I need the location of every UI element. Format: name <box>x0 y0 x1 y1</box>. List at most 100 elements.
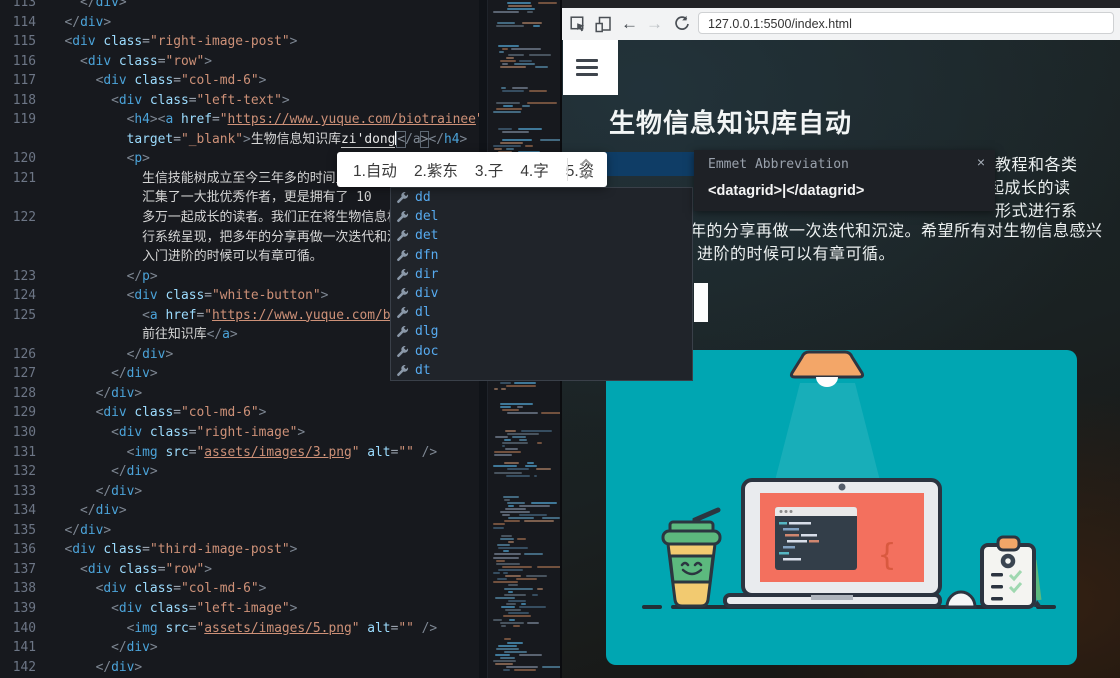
autocomplete-item-label: det <box>415 228 439 244</box>
code-line[interactable]: 113 </div> <box>0 0 487 13</box>
code-line[interactable]: 118 <div class="left-text"> <box>0 91 487 111</box>
line-number: 131 <box>12 444 36 460</box>
wrench-icon <box>396 191 415 204</box>
minimap-mark <box>521 429 553 432</box>
minimap-mark <box>511 47 542 50</box>
line-number: 127 <box>12 366 36 382</box>
line-number: 117 <box>12 73 36 89</box>
minimap-mark <box>509 618 516 621</box>
inspect-element-icon[interactable] <box>570 16 587 33</box>
code-line[interactable]: 142 </div> <box>0 658 487 678</box>
autocomplete-item[interactable]: dir <box>391 265 692 284</box>
autocomplete-item-label: dt <box>415 362 431 378</box>
menu-button[interactable] <box>563 40 618 95</box>
code-line[interactable]: 131 <img src="assets/images/3.png" alt="… <box>0 443 487 463</box>
close-icon[interactable]: × <box>977 154 985 170</box>
minimap-mark <box>500 66 526 69</box>
code-line[interactable]: 115 <div class="right-image-post"> <box>0 32 487 52</box>
emmet-abbreviation-input[interactable]: <datagrid>|</datagrid> <box>708 183 864 199</box>
autocomplete-dropdown[interactable]: dd del det dfn dir div dl dlg doc dt <box>390 187 693 381</box>
code-line[interactable]: 141 </div> <box>0 638 487 658</box>
code-line[interactable]: 119 <h4><a href="https://www.yuque.com/b… <box>0 110 487 130</box>
code-line[interactable]: 133 </div> <box>0 482 487 502</box>
url-bar[interactable]: 127.0.0.1:5500/index.html <box>698 12 1114 34</box>
minimap-mark <box>501 534 512 537</box>
ime-candidate[interactable]: 3.子 <box>475 159 503 181</box>
minimap-mark <box>504 462 519 465</box>
code-line[interactable]: 129 <div class="col-md-6"> <box>0 403 487 423</box>
line-number: 130 <box>12 425 36 441</box>
minimap-mark <box>503 669 510 672</box>
code-line[interactable]: target="_blank">生物信息知识库zi'dong </a></h4> <box>0 130 487 150</box>
minimap-mark <box>506 384 536 387</box>
goto-knowledge-base-button[interactable] <box>694 283 708 322</box>
minimap-mark <box>494 451 521 454</box>
line-number: 122 <box>12 210 36 226</box>
autocomplete-item[interactable]: dfn <box>391 246 692 265</box>
line-number: 120 <box>12 151 36 167</box>
autocomplete-item-label: doc <box>415 343 439 359</box>
code-line[interactable]: 140 <img src="assets/images/5.png" alt="… <box>0 619 487 639</box>
paragraph-fragment: 教程和各类 <box>995 157 1078 174</box>
line-number: 140 <box>12 620 36 636</box>
autocomplete-item-label: dlg <box>415 324 439 340</box>
ime-candidate[interactable]: 2.紫东 <box>414 159 458 181</box>
autocomplete-item[interactable]: dl <box>391 303 692 322</box>
refresh-button[interactable] <box>673 15 690 32</box>
code-line[interactable]: 136 <div class="third-image-post"> <box>0 540 487 560</box>
code-text: <div class="row"> <box>80 561 213 577</box>
minimap-mark <box>496 107 522 110</box>
clipboard-icon <box>980 535 1042 609</box>
minimap-mark <box>493 523 505 526</box>
minimap-mark <box>493 618 502 621</box>
code-text: <div class="col-md-6"> <box>95 581 267 597</box>
forward-button[interactable]: → <box>646 12 663 36</box>
screen: 113 </div> 114 </div> 115 <div class="righ… <box>0 0 1120 678</box>
back-button[interactable]: ← <box>621 12 638 36</box>
autocomplete-item[interactable]: dt <box>391 361 692 380</box>
line-number: 128 <box>12 385 36 401</box>
line-number: 121 <box>12 170 36 186</box>
code-line[interactable]: 137 <div class="row"> <box>0 560 487 580</box>
minimap-mark <box>500 60 516 62</box>
code-text: <div class="row"> <box>80 53 213 69</box>
minimap-mark <box>507 2 531 4</box>
code-line[interactable]: 135 </div> <box>0 521 487 541</box>
code-line[interactable]: 130 <div class="right-image"> <box>0 423 487 443</box>
autocomplete-item[interactable]: dd <box>391 188 692 207</box>
wrench-icon <box>396 364 415 377</box>
code-line[interactable]: 134 </div> <box>0 501 487 521</box>
ime-candidates[interactable]: 1.自动 2.紫东 3.子 4.字 5.资 <box>337 159 594 181</box>
minimap-mark <box>493 572 500 574</box>
minimap-mark <box>497 578 507 581</box>
line-number: 134 <box>12 503 36 519</box>
code-line[interactable]: 114 </div> <box>0 13 487 33</box>
ime-candidate[interactable]: 4.字 <box>520 159 548 181</box>
minimap-mark <box>529 90 548 92</box>
ime-candidate[interactable]: 1.自动 <box>353 159 397 181</box>
autocomplete-item[interactable]: doc <box>391 342 692 361</box>
minimap-mark <box>494 553 521 556</box>
autocomplete-item[interactable]: del <box>391 207 692 226</box>
ime-page-arrows-icon[interactable] <box>575 156 597 183</box>
code-line[interactable]: 116 <div class="row"> <box>0 52 487 72</box>
autocomplete-item[interactable]: div <box>391 284 692 303</box>
minimap-mark <box>514 669 537 672</box>
autocomplete-item[interactable]: dlg <box>391 322 692 341</box>
code-line[interactable]: 138 <div class="col-md-6"> <box>0 579 487 599</box>
wrench-icon <box>396 229 415 242</box>
code-line[interactable]: 139 <div class="left-image"> <box>0 599 487 619</box>
line-number: 126 <box>12 346 36 362</box>
minimap-mark <box>493 581 518 584</box>
line-number: 114 <box>12 14 36 30</box>
minimap-mark <box>495 653 510 656</box>
minimap-mark <box>526 11 533 14</box>
device-toggle-icon[interactable] <box>595 16 612 33</box>
minimap-mark <box>502 514 510 517</box>
laptop-icon: { <box>723 478 942 608</box>
code-line[interactable]: 128 </div> <box>0 384 487 404</box>
autocomplete-item[interactable]: det <box>391 226 692 245</box>
code-line[interactable]: 117 <div class="col-md-6"> <box>0 71 487 91</box>
minimap-mark <box>498 44 519 47</box>
code-line[interactable]: 132 </div> <box>0 462 487 482</box>
